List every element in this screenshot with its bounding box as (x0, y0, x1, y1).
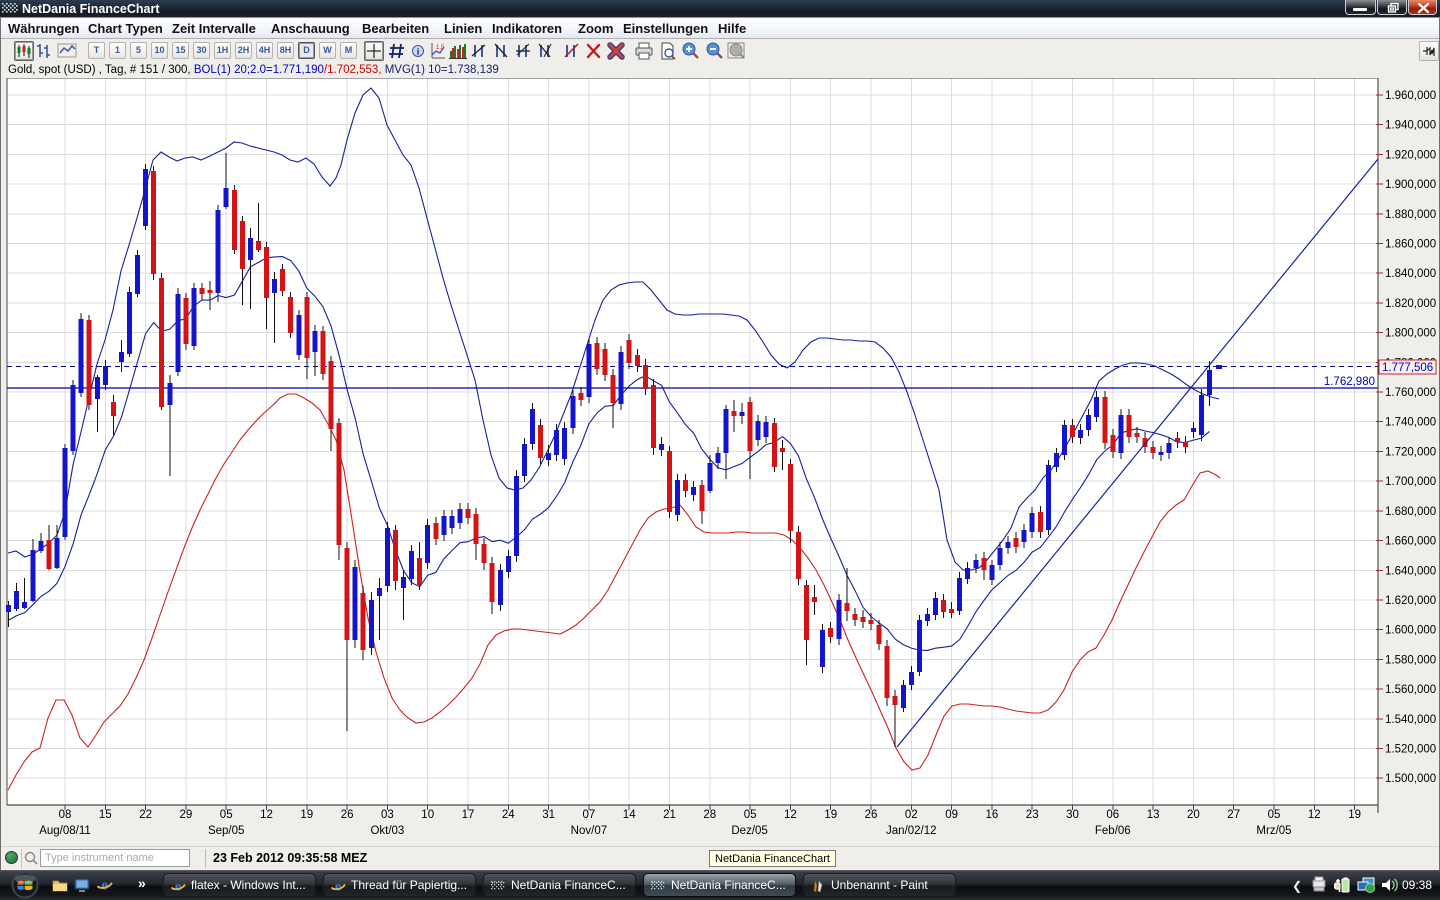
svg-text:16: 16 (986, 809, 999, 821)
svg-text:07: 07 (583, 809, 596, 821)
svg-text:1.777,506: 1.777,506 (1382, 362, 1433, 374)
svg-text:1.762,980: 1.762,980 (1324, 376, 1375, 388)
svg-text:e: e (101, 877, 108, 893)
svg-text:23: 23 (1026, 809, 1039, 821)
svg-text:1.700,000: 1.700,000 (1385, 476, 1436, 488)
svg-text:1.920,000: 1.920,000 (1385, 149, 1436, 161)
svg-text:17: 17 (462, 809, 475, 821)
svg-text:02: 02 (905, 809, 918, 821)
svg-text:1.500,000: 1.500,000 (1385, 773, 1436, 785)
svg-text:1.860,000: 1.860,000 (1385, 239, 1436, 251)
svg-text:14: 14 (623, 809, 636, 821)
svg-text:Sep/05: Sep/05 (208, 825, 244, 837)
svg-text:09: 09 (945, 809, 958, 821)
svg-text:1.740,000: 1.740,000 (1385, 417, 1436, 429)
svg-text:29: 29 (180, 809, 193, 821)
svg-text:21: 21 (663, 809, 676, 821)
svg-text:1.660,000: 1.660,000 (1385, 536, 1436, 548)
svg-text:1.680,000: 1.680,000 (1385, 506, 1436, 518)
svg-text:08: 08 (59, 809, 72, 821)
svg-text:1.540,000: 1.540,000 (1385, 714, 1436, 726)
svg-text:12: 12 (260, 809, 273, 821)
svg-text:03: 03 (381, 809, 394, 821)
svg-text:05: 05 (220, 809, 233, 821)
svg-text:20: 20 (1187, 809, 1200, 821)
svg-text:1.800,000: 1.800,000 (1385, 328, 1436, 340)
svg-text:1.820,000: 1.820,000 (1385, 298, 1436, 310)
svg-text:06: 06 (1106, 809, 1119, 821)
svg-text:1,5: 1,5 (436, 45, 445, 51)
svg-text:1.600,000: 1.600,000 (1385, 625, 1436, 637)
svg-text:26: 26 (341, 809, 354, 821)
svg-text:31: 31 (542, 809, 555, 821)
svg-text:1.560,000: 1.560,000 (1385, 684, 1436, 696)
svg-text:15: 15 (99, 809, 112, 821)
svg-text:26: 26 (865, 809, 878, 821)
svg-text:1.940,000: 1.940,000 (1385, 120, 1436, 132)
svg-text:1.840,000: 1.840,000 (1385, 268, 1436, 280)
svg-text:05: 05 (744, 809, 757, 821)
svg-text:28: 28 (703, 809, 716, 821)
svg-text:Dez/05: Dez/05 (731, 825, 767, 837)
svg-text:1.640,000: 1.640,000 (1385, 565, 1436, 577)
svg-text:27: 27 (1227, 809, 1240, 821)
svg-text:19: 19 (300, 809, 313, 821)
svg-text:19: 19 (1348, 809, 1361, 821)
svg-text:Mrz/05: Mrz/05 (1256, 825, 1291, 837)
svg-text:10: 10 (421, 809, 434, 821)
svg-text:Jan/02/12: Jan/02/12 (886, 825, 937, 837)
svg-text:1.760,000: 1.760,000 (1385, 387, 1436, 399)
svg-text:24: 24 (502, 809, 515, 821)
svg-text:Nov/07: Nov/07 (571, 825, 607, 837)
svg-text:1.580,000: 1.580,000 (1385, 654, 1436, 666)
svg-text:13: 13 (1147, 809, 1160, 821)
svg-text:e: e (335, 880, 341, 895)
svg-text:12: 12 (784, 809, 797, 821)
svg-text:05: 05 (1268, 809, 1281, 821)
svg-text:30: 30 (1066, 809, 1079, 821)
svg-text:Aug/08/11: Aug/08/11 (39, 825, 91, 837)
svg-text:Okt/03: Okt/03 (370, 825, 404, 837)
svg-text:22: 22 (139, 809, 152, 821)
svg-text:1.960,000: 1.960,000 (1385, 90, 1436, 102)
svg-text:e: e (175, 880, 181, 895)
svg-text:1.880,000: 1.880,000 (1385, 209, 1436, 221)
svg-text:Feb/06: Feb/06 (1095, 825, 1131, 837)
svg-text:1.520,000: 1.520,000 (1385, 744, 1436, 756)
svg-text:1.900,000: 1.900,000 (1385, 179, 1436, 191)
svg-text:1.620,000: 1.620,000 (1385, 595, 1436, 607)
svg-text:1.720,000: 1.720,000 (1385, 446, 1436, 458)
svg-text:19: 19 (824, 809, 837, 821)
svg-text:12: 12 (1308, 809, 1321, 821)
